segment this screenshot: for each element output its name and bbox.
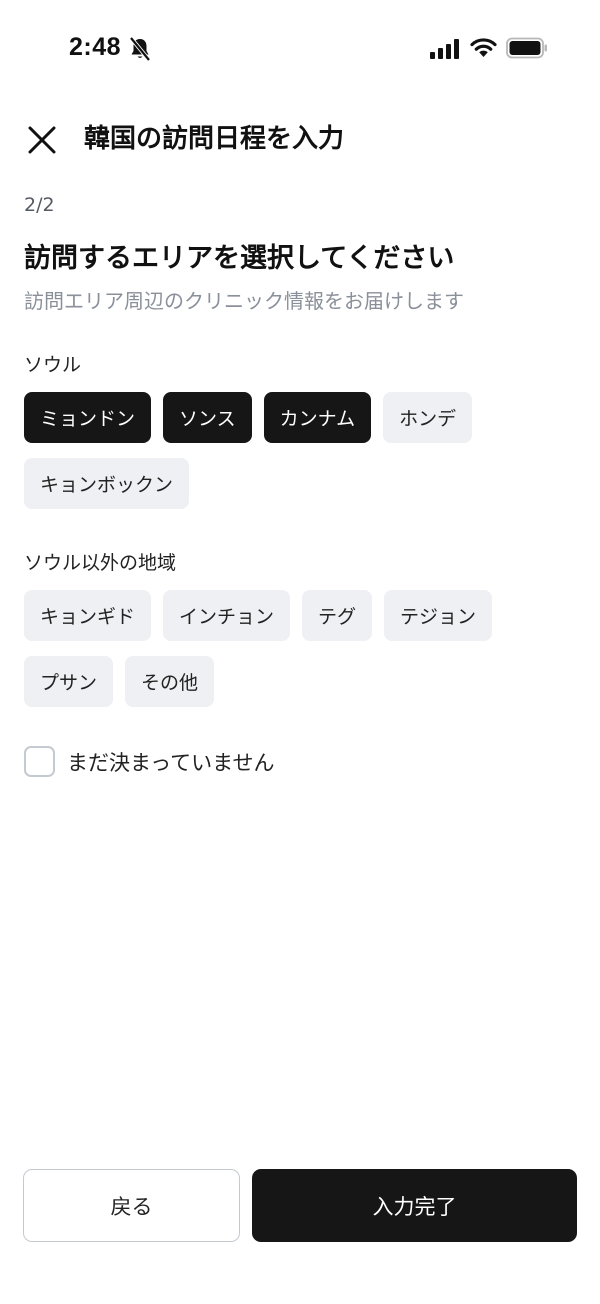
chip-busan[interactable]: プサン: [24, 656, 114, 707]
chip-daejeon[interactable]: テジョン: [384, 590, 493, 641]
undecided-label: まだ決まっていません: [67, 750, 275, 775]
outside-chip-row-1: キョンギド インチョン テグ テジョン: [24, 590, 493, 641]
undecided-checkbox[interactable]: [24, 746, 55, 777]
header: 韓国の訪問日程を入力: [0, 108, 600, 164]
chip-gangnam[interactable]: カンナム: [263, 392, 372, 443]
seoul-chip-row-2: キョンボックン: [24, 458, 190, 509]
question-heading: 訪問するエリアを選択してください: [24, 243, 455, 274]
outside-chip-row-2: プサン その他: [24, 656, 215, 707]
chip-other[interactable]: その他: [125, 656, 215, 707]
step-indicator: 2/2: [24, 194, 55, 216]
bell-slash-icon: [129, 36, 151, 62]
cellular-signal-icon: [430, 39, 459, 59]
section-label-seoul: ソウル: [24, 354, 82, 376]
question-subtitle: 訪問エリア周辺のクリニック情報をお届けします: [24, 289, 464, 313]
chip-daegu[interactable]: テグ: [302, 590, 373, 641]
chip-hongdae[interactable]: ホンデ: [383, 392, 473, 443]
status-bar: 2:48: [0, 0, 600, 96]
page-title: 韓国の訪問日程を入力: [84, 124, 345, 154]
chip-gyeonggido[interactable]: キョンギド: [24, 590, 152, 641]
chip-myeongdong[interactable]: ミョンドン: [24, 392, 152, 443]
chip-gyeongbokgung[interactable]: キョンボックン: [24, 458, 190, 509]
complete-button[interactable]: 入力完了: [252, 1169, 577, 1242]
status-time: 2:48: [69, 33, 122, 61]
section-label-outside-seoul: ソウル以外の地域: [24, 552, 177, 574]
chip-incheon[interactable]: インチョン: [163, 590, 291, 641]
footer-actions: 戻る 入力完了: [23, 1169, 577, 1242]
close-icon[interactable]: [22, 116, 62, 156]
wifi-icon: [470, 38, 497, 57]
back-button[interactable]: 戻る: [23, 1169, 240, 1242]
chip-seongsu[interactable]: ソンス: [163, 392, 252, 443]
battery-icon: [506, 37, 547, 59]
seoul-chip-row-1: ミョンドン ソンス カンナム ホンデ: [24, 392, 473, 443]
undecided-option[interactable]: まだ決まっていません: [24, 746, 274, 777]
